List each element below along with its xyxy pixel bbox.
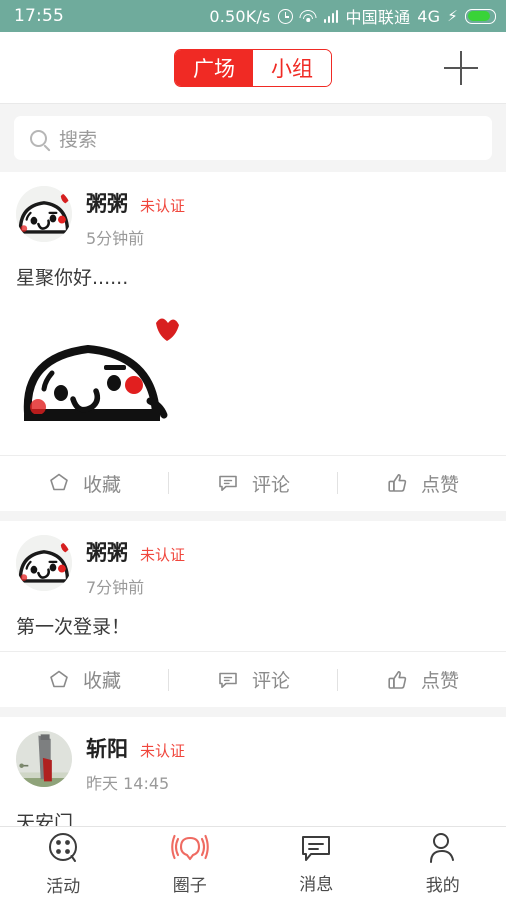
circle-broadcast-icon <box>170 834 209 861</box>
post-actions: 收藏 评论 点赞 <box>0 454 506 511</box>
search-input[interactable]: 搜索 <box>14 116 492 160</box>
alarm-icon <box>277 8 293 24</box>
comment-label: 评论 <box>251 473 290 496</box>
favorite-label: 收藏 <box>82 670 121 693</box>
post-meta: 粥粥 未认证 7分钟前 <box>86 535 185 598</box>
star-icon <box>50 473 68 491</box>
favorite-button[interactable]: 收藏 <box>0 470 168 497</box>
carrier-name: 中国联通 <box>345 8 411 27</box>
tab-profile-label: 我的 <box>425 876 460 896</box>
star-icon <box>50 670 68 687</box>
tab-message[interactable]: 消息 <box>253 832 380 895</box>
tab-profile[interactable]: 我的 <box>380 831 506 896</box>
comment-button[interactable]: 评论 <box>169 666 337 693</box>
thumbs-up-icon <box>388 670 407 689</box>
app-screen: 17:55 0.50K/s 中国联通 4G ⚡ 广场 小组 搜索 粥粥 未认证 … <box>0 0 506 900</box>
tab-circle[interactable]: 圈子 <box>127 831 254 896</box>
post-header: 粥粥 未认证 7分钟前 <box>0 534 506 598</box>
tab-activity-label: 活动 <box>46 877 81 897</box>
tab-plaza[interactable]: 广场 <box>175 49 253 86</box>
post-actions: 收藏 评论 点赞 <box>0 651 506 707</box>
tab-message-label: 消息 <box>299 875 334 895</box>
message-bubble-icon <box>302 836 331 861</box>
avatar[interactable] <box>16 534 72 591</box>
verify-badge: 未认证 <box>140 197 186 215</box>
post-image[interactable] <box>0 293 506 445</box>
comment-bubble-icon <box>219 475 237 492</box>
avatar[interactable] <box>16 731 72 788</box>
like-button[interactable]: 点赞 <box>338 470 506 497</box>
comment-button[interactable]: 评论 <box>169 470 337 497</box>
favorite-label: 收藏 <box>82 473 121 496</box>
app-header: 广场 小组 <box>0 32 506 104</box>
charging-bolt-icon: ⚡ <box>447 6 458 25</box>
sticker-image[interactable] <box>16 312 182 429</box>
author-name[interactable]: 斩阳 <box>86 733 128 763</box>
post-item[interactable]: 粥粥 未认证 5分钟前 星聚你好...... 收藏 评论 点赞 <box>0 172 506 511</box>
tab-activity[interactable]: 活动 <box>0 830 127 897</box>
segmented-control[interactable]: 广场 小组 <box>174 48 332 87</box>
post-time: 5分钟前 <box>86 229 145 248</box>
status-time: 17:55 <box>14 6 64 26</box>
photo-monument-icon <box>16 731 72 788</box>
signal-icon <box>323 9 339 23</box>
comment-label: 评论 <box>251 670 290 693</box>
verify-badge: 未认证 <box>140 742 186 761</box>
favorite-button[interactable]: 收藏 <box>0 666 168 693</box>
status-indicators: 0.50K/s 中国联通 4G ⚡ <box>209 4 496 28</box>
wifi-icon <box>299 9 317 23</box>
comment-bubble-icon <box>219 672 237 688</box>
post-meta: 斩阳 未认证 昨天 14:45 <box>86 731 185 794</box>
network-type: 4G <box>417 6 441 26</box>
add-post-button[interactable] <box>444 50 478 85</box>
post-time: 7分钟前 <box>86 577 145 597</box>
post-time: 昨天 14:45 <box>86 774 170 794</box>
post-feed: 粥粥 未认证 5分钟前 星聚你好...... 收藏 评论 点赞 粥粥 未认证 7… <box>0 172 506 838</box>
cartoon-blob-face-icon <box>16 534 72 591</box>
post-text: 星聚你好...... <box>16 267 129 289</box>
post-separator <box>0 707 506 718</box>
search-placeholder: 搜索 <box>59 128 98 151</box>
bottom-navigation: 活动 圈子 消息 我的 <box>0 826 506 900</box>
author-row: 粥粥 未认证 <box>86 537 185 567</box>
post-header: 斩阳 未认证 昨天 14:45 <box>0 731 506 794</box>
status-bar: 17:55 0.50K/s 中国联通 4G ⚡ <box>0 0 506 32</box>
battery-icon <box>465 8 496 24</box>
search-icon <box>30 129 47 147</box>
tab-group[interactable]: 小组 <box>253 49 331 86</box>
like-button[interactable]: 点赞 <box>338 666 506 693</box>
author-name[interactable]: 粥粥 <box>86 537 128 567</box>
search-section: 搜索 <box>0 104 506 172</box>
avatar[interactable] <box>16 186 72 242</box>
post-separator <box>0 510 506 521</box>
like-label: 点赞 <box>420 473 459 496</box>
thumbs-up-icon <box>388 474 407 492</box>
post-meta: 粥粥 未认证 5分钟前 <box>86 186 185 249</box>
author-row: 粥粥 未认证 <box>86 188 185 218</box>
activity-dots-icon <box>49 833 78 862</box>
post-item[interactable]: 斩阳 未认证 昨天 14:45 天安门 <box>0 717 506 838</box>
tab-circle-label: 圈子 <box>172 876 207 896</box>
author-row: 斩阳 未认证 <box>86 733 185 763</box>
cartoon-blob-face-icon <box>16 186 72 242</box>
verify-badge: 未认证 <box>140 545 186 564</box>
post-text: 第一次登录！ <box>16 615 131 638</box>
network-speed: 0.50K/s <box>209 6 271 26</box>
like-label: 点赞 <box>420 670 459 693</box>
person-icon <box>429 833 454 863</box>
post-header: 粥粥 未认证 5分钟前 <box>0 186 506 249</box>
post-item[interactable]: 粥粥 未认证 7分钟前 第一次登录！ 收藏 评论 点赞 <box>0 520 506 708</box>
author-name[interactable]: 粥粥 <box>86 188 128 218</box>
